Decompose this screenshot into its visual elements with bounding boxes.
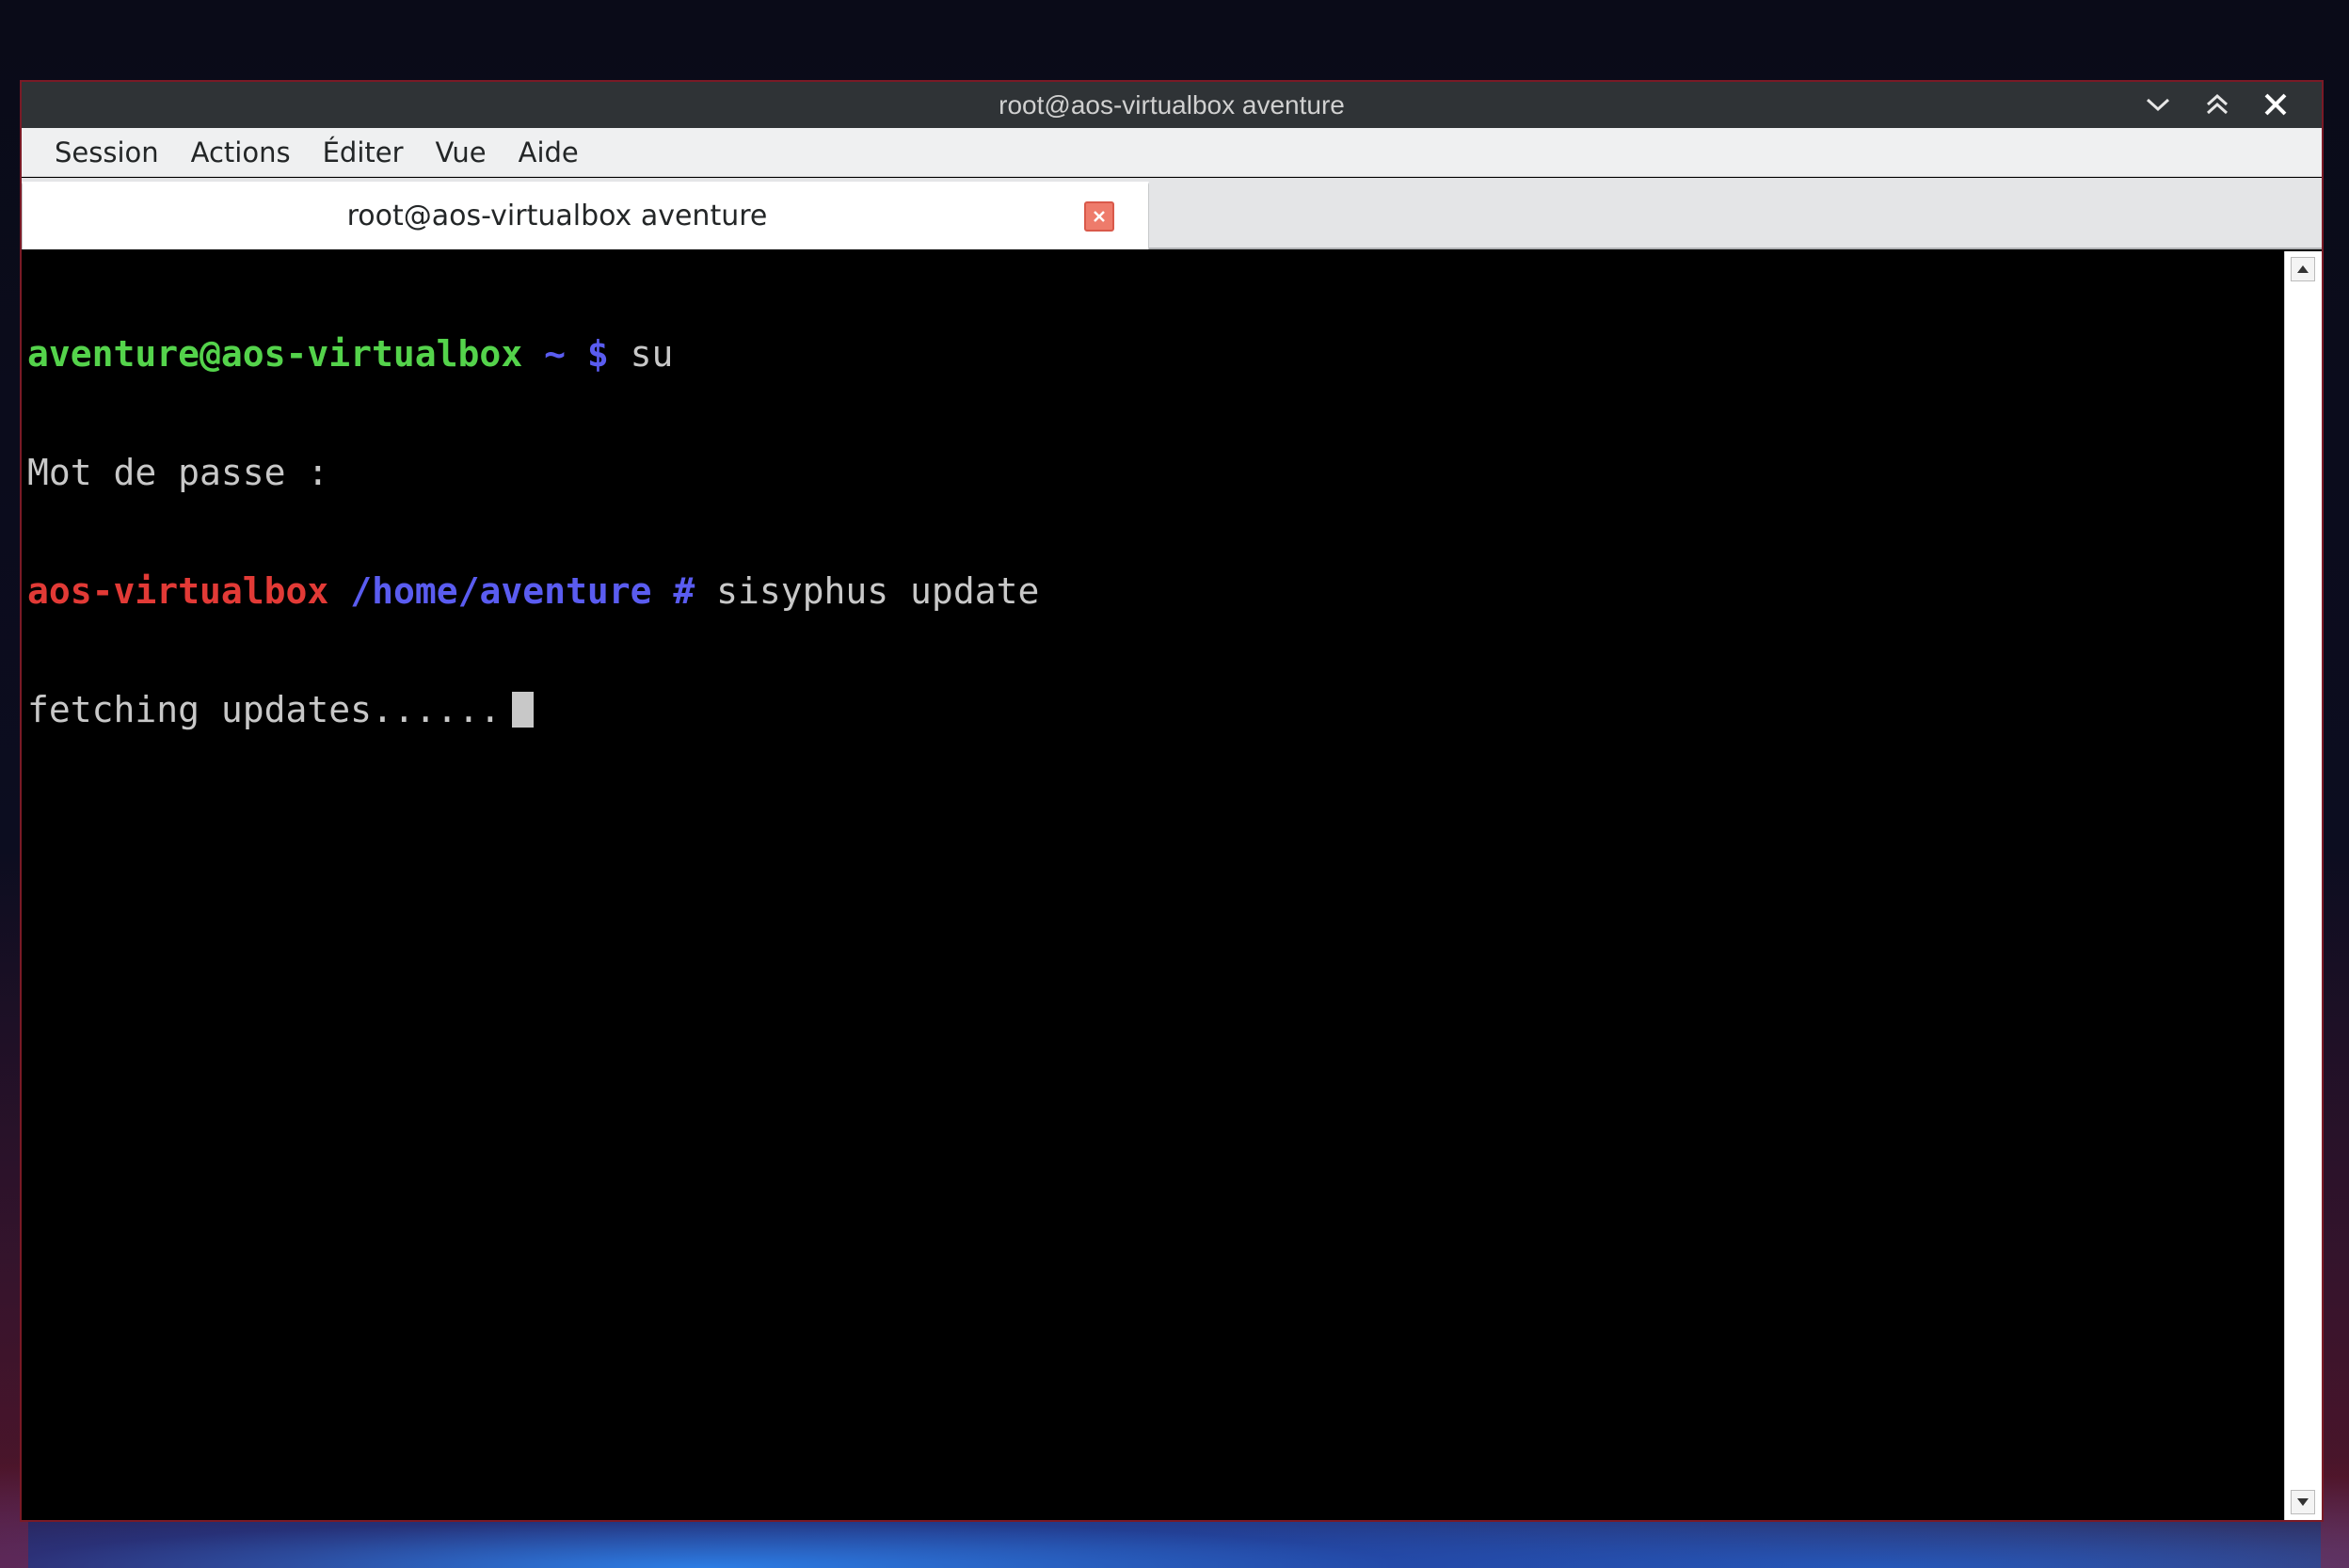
terminal-line-1: aventure@aos-virtualbox ~ $ su [27,334,2284,374]
prompt-user-host: aventure@aos-virtualbox [27,333,523,375]
command-text: sisyphus update [716,570,1040,612]
menu-vue[interactable]: Vue [420,133,503,172]
terminal-output[interactable]: aventure@aos-virtualbox ~ $ su Mot de pa… [22,251,2284,1520]
scroll-down-button[interactable] [2291,1490,2315,1514]
tab-bar: root@aos-virtualbox aventure [22,178,2322,249]
command-text: su [630,333,674,375]
terminal-line-3: aos-virtualbox /home/aventure # sisyphus… [27,571,2284,611]
triangle-down-icon [2297,1498,2309,1506]
triangle-up-icon [2297,265,2309,273]
window-title: root@aos-virtualbox aventure [999,90,1345,120]
terminal-window: root@aos-virtualbox aventure Session Act… [20,80,2324,1522]
output-text: fetching updates...... [27,689,502,730]
menu-aide[interactable]: Aide [503,133,595,172]
menu-session[interactable]: Session [39,133,175,172]
output-text: Mot de passe : [27,452,329,493]
prompt-root-host: aos-virtualbox [27,570,329,612]
terminal-scrollbar[interactable] [2284,251,2322,1520]
prompt-path: /home/aventure [350,570,652,612]
minimize-button[interactable] [2139,88,2177,121]
menubar: Session Actions Éditer Vue Aide [22,128,2322,177]
tab-terminal-session[interactable]: root@aos-virtualbox aventure [22,182,1149,249]
desktop-red-edge-right [2321,847,2349,1568]
prompt-symbol: $ [586,333,609,375]
chevron-down-icon [2146,98,2170,112]
tab-label: root@aos-virtualbox aventure [346,200,768,232]
double-chevron-up-icon [2206,93,2229,115]
maximize-button[interactable] [2198,88,2236,121]
close-window-button[interactable] [2257,88,2294,121]
menu-editer[interactable]: Éditer [307,133,420,172]
tab-close-button[interactable] [1084,201,1114,232]
menu-actions[interactable]: Actions [175,133,307,172]
terminal-line-4: fetching updates...... [27,690,2284,729]
window-titlebar[interactable]: root@aos-virtualbox aventure [22,82,2322,128]
prompt-symbol: # [673,570,695,612]
scroll-up-button[interactable] [2291,257,2315,281]
prompt-path: ~ [544,333,566,375]
terminal-line-2: Mot de passe : [27,453,2284,492]
close-icon [2264,93,2287,116]
close-icon [1094,211,1105,222]
text-cursor [512,692,535,728]
